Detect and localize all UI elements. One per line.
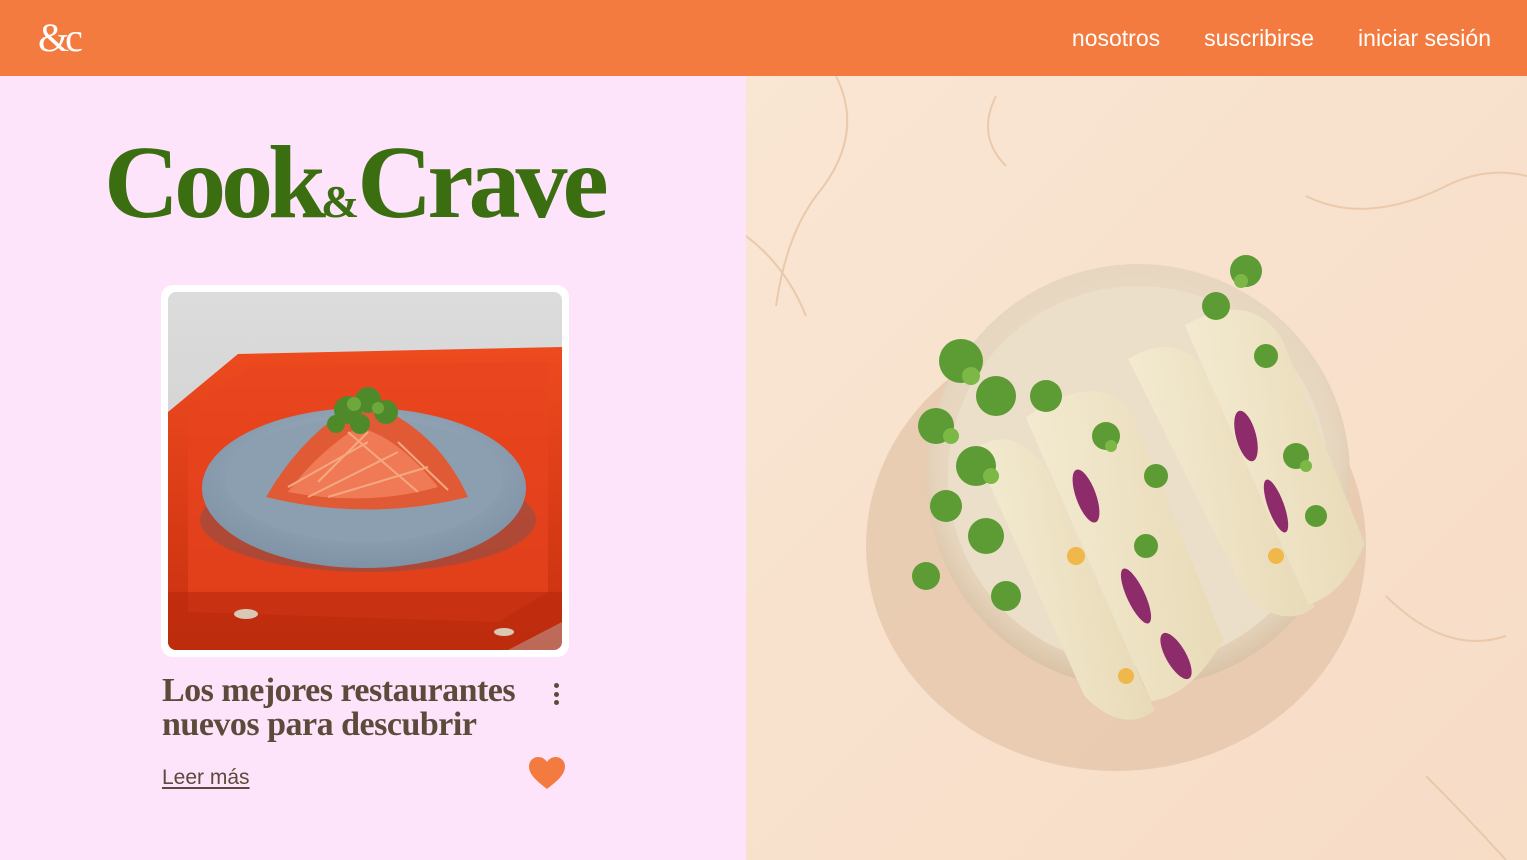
article-title[interactable]: Los mejores restaurantes nuevos para des… xyxy=(162,674,532,742)
nav-link-nosotros[interactable]: nosotros xyxy=(1072,25,1160,52)
nav-link-iniciar-sesion[interactable]: iniciar sesión xyxy=(1358,25,1491,52)
nav-link-suscribirse[interactable]: suscribirse xyxy=(1204,25,1314,52)
more-options-icon[interactable] xyxy=(546,680,566,708)
papaya-salad-photo xyxy=(168,292,562,650)
brand-title: Cook&Crave xyxy=(104,125,609,257)
brand-cook: Cook xyxy=(104,125,326,240)
brand-ampersand: & xyxy=(320,176,359,227)
site-logo[interactable]: &c xyxy=(38,14,83,62)
read-more-link[interactable]: Leer más xyxy=(162,766,250,790)
main-nav: nosotros suscribirse iniciar sesión xyxy=(1072,0,1491,76)
tacos-photo xyxy=(746,76,1527,860)
hero-image-panel xyxy=(746,76,1527,860)
heart-icon[interactable] xyxy=(528,756,566,790)
left-panel: Cook&Crave Los mejores restaurantes nuev… xyxy=(0,76,746,860)
brand-crave: Crave xyxy=(357,125,608,240)
top-navigation-bar: &c nosotros suscribirse iniciar sesión xyxy=(0,0,1527,76)
article-card-image[interactable] xyxy=(161,285,569,657)
